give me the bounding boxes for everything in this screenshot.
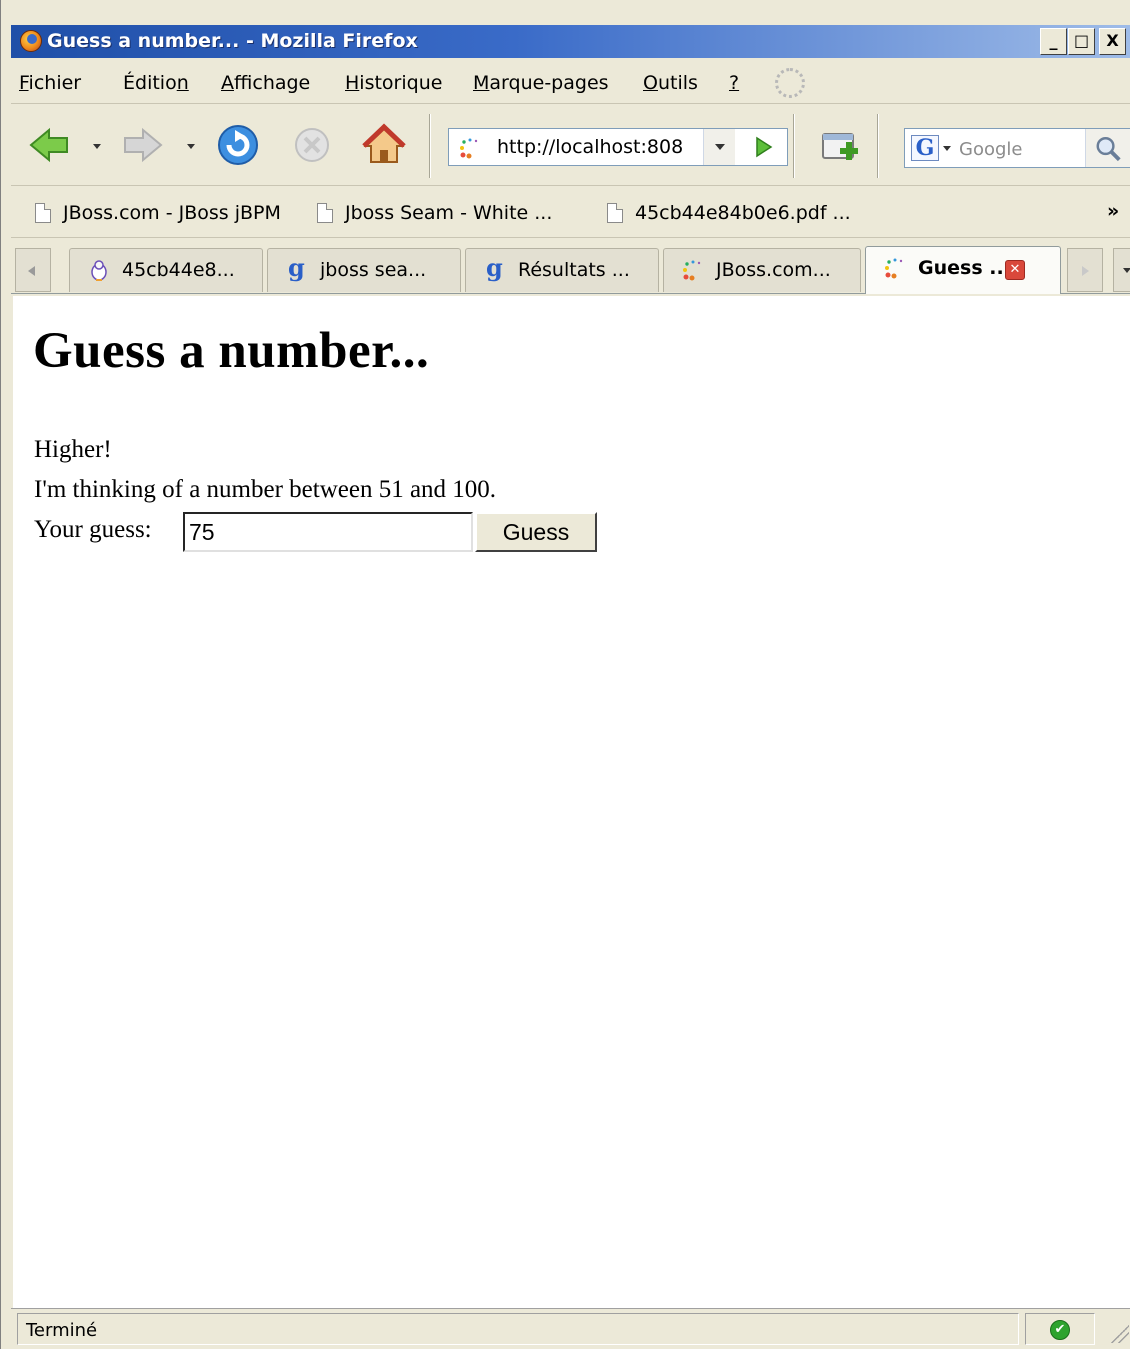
page-content: Guess a number... Higher! I'm thinking o…: [13, 296, 1130, 1308]
search-bar[interactable]: G Google: [904, 128, 1130, 168]
guess-input[interactable]: [183, 512, 473, 552]
site-favicon-icon: [460, 138, 478, 159]
feedback-text: Higher!: [34, 436, 112, 463]
penguin-icon: [91, 260, 107, 281]
search-input[interactable]: Google: [959, 139, 1022, 160]
menu-historique[interactable]: Historique: [345, 72, 442, 94]
navigation-toolbar: http://localhost:808 G Google: [11, 106, 1130, 186]
status-panel: ✔: [1025, 1313, 1095, 1345]
tab-list-dropdown-icon[interactable]: [1113, 248, 1130, 292]
menu-marque-pages[interactable]: Marque-pages: [473, 72, 609, 94]
go-icon[interactable]: [739, 129, 787, 165]
jboss-icon: [683, 260, 701, 281]
menu-marque-pages-post: arque-pages: [489, 72, 609, 94]
tab-item[interactable]: JBoss.com...: [663, 248, 861, 292]
bookmark-label: Jboss Seam - White ...: [345, 202, 553, 224]
menu-affichage-post: ffichage: [234, 72, 311, 94]
bookmark-item[interactable]: JBoss.com - JBoss jBPM: [35, 202, 281, 224]
home-icon[interactable]: [361, 122, 407, 168]
bookmarks-overflow-chevron-icon[interactable]: »: [1107, 200, 1119, 222]
menu-edition[interactable]: Édition: [123, 72, 189, 94]
search-icon[interactable]: [1085, 129, 1130, 167]
page-icon: [35, 203, 51, 223]
tab-strip: 45cb44e8... g jboss sea... g Résultats .…: [11, 240, 1130, 294]
forward-history-dropdown-icon[interactable]: [187, 144, 195, 149]
tab-label: Résultats ...: [518, 259, 630, 281]
menu-edition-pre: Éditio: [123, 72, 177, 94]
url-history-dropdown-icon[interactable]: [703, 129, 735, 165]
bookmarks-toolbar: JBoss.com - JBoss jBPM Jboss Seam - Whit…: [11, 188, 1130, 238]
menu-fichier[interactable]: Fichier: [19, 72, 81, 94]
bookmark-label: JBoss.com - JBoss jBPM: [63, 202, 281, 224]
tab-item-active[interactable]: Guess ... ✕: [865, 246, 1061, 294]
firefox-icon: [20, 30, 42, 52]
throbber-icon: [775, 68, 805, 98]
bookmark-label: 45cb44e84b0e6.pdf ...: [635, 202, 851, 224]
maximize-button[interactable]: □: [1068, 28, 1095, 55]
menu-marque-pages-key: M: [473, 72, 490, 94]
tab-item[interactable]: 45cb44e8...: [69, 248, 263, 292]
status-text: Terminé: [17, 1313, 1019, 1345]
range-text: I'm thinking of a number between 51 and …: [34, 476, 497, 503]
minimize-button[interactable]: _: [1040, 28, 1067, 55]
menu-fichier-post: ichier: [28, 72, 82, 94]
menu-outils-key: O: [643, 72, 658, 94]
close-tab-icon[interactable]: ✕: [1005, 260, 1025, 280]
jboss-icon: [885, 258, 903, 279]
menu-outils[interactable]: Outils: [643, 72, 698, 94]
stop-icon[interactable]: [289, 122, 335, 168]
menu-help-key: ?: [729, 72, 740, 94]
back-arrow-icon[interactable]: [27, 122, 73, 168]
toolbar-separator: [429, 114, 431, 178]
menu-historique-key: H: [345, 72, 360, 94]
title-bar: Guess a number... - Mozilla Firefox _ □ …: [11, 25, 1130, 58]
done-check-icon: ✔: [1050, 1320, 1070, 1340]
browser-window: Guess a number... - Mozilla Firefox _ □ …: [0, 0, 1130, 1349]
menu-edition-key: n: [176, 72, 189, 94]
search-engine-dropdown-icon[interactable]: [943, 146, 951, 151]
guess-button[interactable]: Guess: [475, 512, 597, 552]
page-heading: Guess a number...: [33, 323, 430, 379]
menu-affichage[interactable]: Affichage: [221, 72, 310, 94]
forward-arrow-icon[interactable]: [119, 122, 165, 168]
toolbar-separator: [877, 114, 879, 178]
page-icon: [317, 203, 333, 223]
window-title: Guess a number... - Mozilla Firefox: [47, 30, 418, 52]
bookmark-item[interactable]: 45cb44e84b0e6.pdf ...: [607, 202, 851, 224]
menu-bar: Fichier Édition Affichage Historique Mar…: [11, 60, 1130, 104]
status-bar: Terminé ✔: [11, 1308, 1130, 1349]
menu-fichier-key: F: [19, 72, 29, 94]
reload-icon[interactable]: [215, 122, 261, 168]
tab-label: 45cb44e8...: [122, 259, 235, 281]
url-text[interactable]: http://localhost:808: [497, 136, 697, 158]
tab-label: Guess ...: [918, 257, 1011, 279]
resize-grip-icon[interactable]: [1109, 1323, 1129, 1343]
menu-affichage-key: A: [221, 72, 234, 94]
tab-label: JBoss.com...: [716, 259, 831, 281]
menu-historique-post: istorique: [359, 72, 443, 94]
google-icon: g: [486, 253, 503, 282]
bookmark-item[interactable]: Jboss Seam - White ...: [317, 202, 552, 224]
page-icon: [607, 203, 623, 223]
tab-label: jboss sea...: [320, 259, 427, 281]
toolbar-separator: [793, 114, 795, 178]
close-window-button[interactable]: X: [1099, 28, 1126, 55]
scroll-tabs-left-icon[interactable]: [15, 248, 51, 292]
new-tab-icon[interactable]: [817, 122, 863, 168]
menu-help[interactable]: ?: [729, 72, 739, 94]
menu-outils-post: utils: [657, 72, 698, 94]
tab-item[interactable]: g Résultats ...: [465, 248, 659, 292]
url-bar[interactable]: http://localhost:808: [448, 128, 788, 166]
scroll-tabs-right-icon[interactable]: [1067, 248, 1103, 292]
back-history-dropdown-icon[interactable]: [93, 144, 101, 149]
search-engine-google-icon[interactable]: G: [911, 135, 939, 161]
guess-label: Your guess:: [34, 516, 152, 543]
google-icon: g: [288, 253, 305, 282]
tab-item[interactable]: g jboss sea...: [267, 248, 461, 292]
